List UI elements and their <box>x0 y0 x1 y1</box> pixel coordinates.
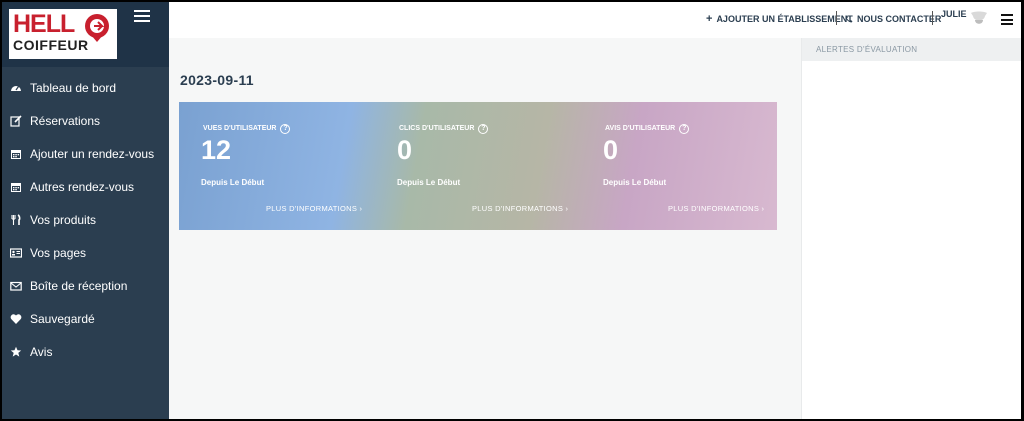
sidebar-item-products[interactable]: Vos produits <box>2 203 169 236</box>
cutlery-icon <box>11 213 21 225</box>
user-menu[interactable]: JULIE <box>941 8 967 20</box>
sidebar-item-label: Ajouter un rendez-vous <box>30 146 155 161</box>
stat-value: 12 <box>201 135 232 165</box>
sidebar-item-label: Réservations <box>30 113 101 128</box>
dashboard-icon <box>11 85 21 91</box>
sidebar-item-pages[interactable]: Vos pages <box>2 236 169 269</box>
stat-label-text: AVIS D'UTILISATEUR <box>605 125 676 132</box>
stat-label-text: CLICS D'UTILISATEUR <box>399 125 475 132</box>
main-menu-button[interactable] <box>1001 14 1013 25</box>
sidebar-item-reservations[interactable]: Réservations <box>2 104 169 137</box>
sidebar-item-other-appointments[interactable]: Autres rendez-vous <box>2 170 169 203</box>
contact-link[interactable]: NOUS CONTACTER <box>845 13 941 25</box>
stat-since: Depuis Le Début <box>603 178 667 187</box>
stat-since: Depuis Le Début <box>397 178 461 187</box>
review-alerts-panel: ALERTES D'ÉVALUATION <box>801 38 1021 419</box>
add-establishment-label: AJOUTER UN ÉTABLISSEMENT <box>716 14 853 24</box>
phone-icon <box>845 15 853 23</box>
review-alerts-title: ALERTES D'ÉVALUATION <box>802 38 1021 61</box>
stat-label-text: VUES D'UTILISATEUR <box>203 125 277 132</box>
sidebar-item-label: Tableau de bord <box>30 80 117 95</box>
brand-area: HELL COIFFEUR <box>2 2 169 67</box>
divider <box>836 11 837 25</box>
contact-label: NOUS CONTACTER <box>857 14 942 24</box>
more-info-link[interactable]: PLUS D'INFORMATIONS › <box>668 204 764 214</box>
edit-icon <box>10 114 22 127</box>
sidebar-item-dashboard[interactable]: Tableau de bord <box>2 71 169 104</box>
sidebar-nav: Tableau de bord Réservations Ajouter un … <box>2 67 169 368</box>
stats-cards: VUES D'UTILISATEUR ? 12 Depuis Le Début … <box>179 102 777 230</box>
heart-icon <box>10 313 22 324</box>
sidebar-item-label: Vos pages <box>30 245 87 260</box>
calendar-icon <box>11 182 21 192</box>
stat-card-views: VUES D'UTILISATEUR ? 12 Depuis Le Début … <box>179 102 375 230</box>
help-icon[interactable]: ? <box>478 124 489 134</box>
sidebar-item-label: Avis <box>30 344 53 359</box>
envelope-icon <box>10 281 22 291</box>
sidebar: HELL COIFFEUR Tableau de bord Réservatio… <box>2 2 169 419</box>
sidebar-toggle-button[interactable] <box>134 10 150 24</box>
sidebar-item-label: Boîte de réception <box>30 278 128 293</box>
stat-value: 0 <box>397 135 413 165</box>
main-content: 2023-09-11 VUES D'UTILISATEUR ? 12 Depui… <box>169 38 801 419</box>
sidebar-item-add-appointment[interactable]: Ajouter un rendez-vous <box>2 137 169 170</box>
sidebar-item-label: Sauvegardé <box>30 311 95 326</box>
add-establishment-link[interactable]: + AJOUTER UN ÉTABLISSEMENT <box>706 13 853 25</box>
stat-label: CLICS D'UTILISATEUR ? <box>399 124 489 134</box>
divider <box>932 11 933 25</box>
plus-icon: + <box>706 13 713 25</box>
app-window: HELL COIFFEUR Tableau de bord Réservatio… <box>2 2 1021 419</box>
stat-card-clicks: CLICS D'UTILISATEUR ? 0 Depuis Le Début … <box>375 102 581 230</box>
help-icon[interactable]: ? <box>679 124 690 134</box>
avatar[interactable] <box>969 10 989 28</box>
more-info-link[interactable]: PLUS D'INFORMATIONS › <box>472 204 568 214</box>
page-title: 2023-09-11 <box>180 72 254 88</box>
sidebar-item-saved[interactable]: Sauvegardé <box>2 302 169 335</box>
stat-label: VUES D'UTILISATEUR ? <box>203 124 291 134</box>
stat-value: 0 <box>603 135 619 165</box>
sidebar-item-label: Autres rendez-vous <box>30 179 135 194</box>
stat-since: Depuis Le Début <box>201 178 265 187</box>
sidebar-item-inbox[interactable]: Boîte de réception <box>2 269 169 302</box>
calendar-icon <box>11 149 21 159</box>
logo-text: HELL <box>13 10 75 38</box>
logo-subtext: COIFFEUR <box>13 37 89 53</box>
sidebar-item-reviews[interactable]: Avis <box>2 335 169 368</box>
user-name: JULIE <box>941 9 967 19</box>
more-info-link[interactable]: PLUS D'INFORMATIONS › <box>266 204 362 214</box>
stat-label: AVIS D'UTILISATEUR ? <box>605 124 690 134</box>
stat-card-reviews: AVIS D'UTILISATEUR ? 0 Depuis Le Début P… <box>581 102 777 230</box>
logo[interactable]: HELL COIFFEUR <box>9 9 117 59</box>
star-icon <box>10 346 22 357</box>
sidebar-item-label: Vos produits <box>30 212 97 227</box>
help-icon[interactable]: ? <box>280 124 291 134</box>
top-bar: + AJOUTER UN ÉTABLISSEMENT NOUS CONTACTE… <box>169 2 1021 38</box>
id-card-icon <box>10 247 22 258</box>
